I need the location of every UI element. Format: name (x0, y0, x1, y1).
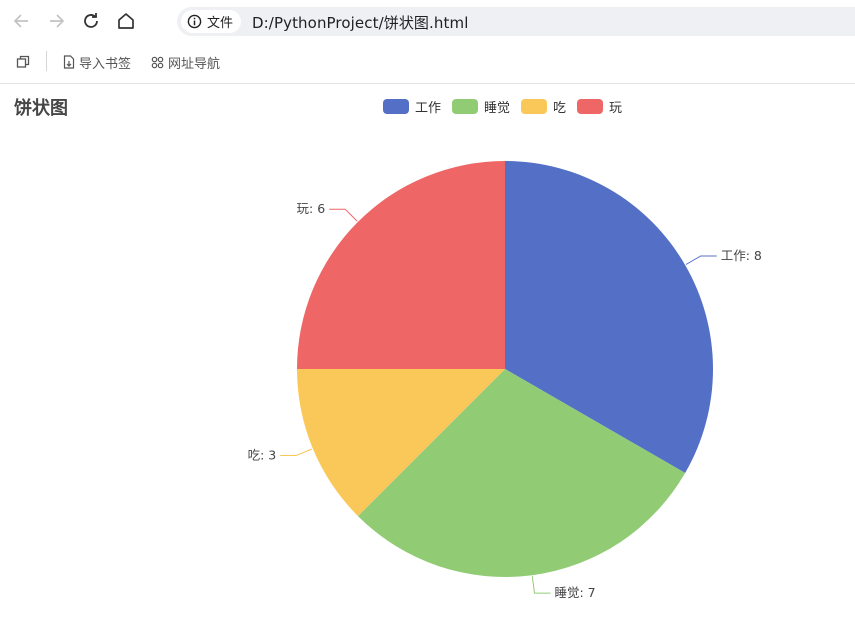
data-label-work: 工作: 8 (721, 248, 762, 263)
label-line-eat (280, 448, 313, 456)
label-line-work (685, 255, 717, 265)
label-line-play (329, 208, 358, 222)
data-label-eat: 吃: 3 (248, 447, 277, 462)
data-label-sleep: 睡觉: 7 (554, 585, 595, 600)
pie-slice-play[interactable] (297, 161, 505, 369)
label-line-sleep (531, 576, 551, 594)
pie-chart: 工作: 8 睡觉: 7 吃: 3 玩: 6 (248, 161, 762, 600)
data-label-play: 玩: 6 (297, 201, 326, 216)
